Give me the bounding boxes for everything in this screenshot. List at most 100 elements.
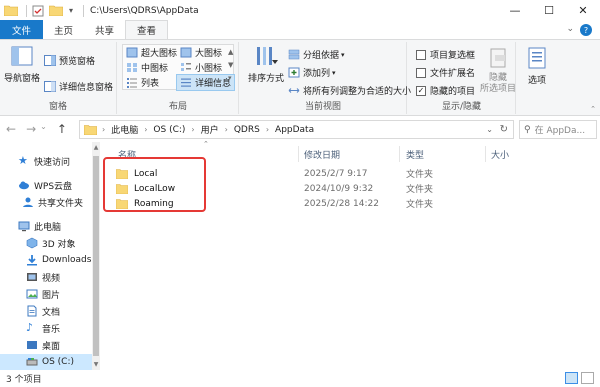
show-hide-group-label: 显示/隐藏 [441,102,482,112]
nav-item-downloads[interactable]: Downloads [26,252,91,268]
nav-item-shared-folder[interactable]: 共享文件夹 [22,194,83,210]
divider [298,146,299,162]
item-checkboxes-toggle[interactable]: 项目复选框 [416,48,475,61]
window-controls: — ☐ ✕ [498,0,600,21]
large-icons-view-icon[interactable] [581,372,594,384]
address-dropdown-icon[interactable]: ⌄ [486,125,493,134]
nav-arrows: ← → ⌄ ↑ [6,122,67,136]
hidden-items-toggle[interactable]: ✓ 隐藏的项目 [416,84,475,97]
breadcrumb-users[interactable]: 用户 [201,123,219,136]
options-button[interactable]: 选项 [523,46,551,86]
xl-icons-icon [126,47,138,58]
refresh-icon[interactable]: ↻ [500,124,508,135]
nav-item-this-pc[interactable]: 此电脑 [18,218,61,234]
xl-icons-option[interactable]: 超大图标 [126,46,177,59]
recent-locations-icon[interactable]: ⌄ [40,122,47,136]
cloud-icon [19,181,29,190]
tab-share[interactable]: 共享 [84,20,125,39]
breadcrumb-qdrs[interactable]: QDRS [234,125,260,135]
navigation-pane: ★ 快速访问 WPS云盘 共享文件夹 此电脑 3D 对象 Downloads 视… [0,142,103,370]
column-header-type[interactable]: 类型 [406,145,424,163]
nav-item-videos[interactable]: 视频 [26,269,60,285]
sort-by-button[interactable]: 排序方式 [246,44,286,84]
details-pane-button[interactable]: 详细信息窗格 [44,80,113,93]
nav-item-quick-access[interactable]: ★ 快速访问 [18,153,70,169]
size-all-columns-button[interactable]: 将所有列调整为合适的大小 [288,84,411,97]
preview-pane-button[interactable]: 预览窗格 [44,54,95,67]
checkbox-unchecked[interactable] [416,67,426,78]
up-arrow-icon[interactable]: ↑ [57,122,67,136]
title-bar: ▾ C:\Users\QDRS\AppData — ☐ ✕ [0,0,600,21]
music-icon: ♪ [26,321,34,334]
scrollbar-thumb[interactable] [93,156,99,356]
maximize-button[interactable]: ☐ [532,0,566,21]
address-bar[interactable]: › 此电脑 › OS (C:) › 用户 › QDRS › AppData ⌄ … [79,120,514,139]
group-by-button[interactable]: 分组依据 ▾ [288,48,345,61]
list-option[interactable]: 列表 [126,76,159,89]
details-view-icon[interactable] [565,372,578,384]
status-bar: 3 个项目 [0,370,600,387]
checkbox-unchecked[interactable] [416,49,426,60]
file-extensions-toggle[interactable]: 文件扩展名 [416,66,475,79]
new-folder-icon[interactable] [49,5,63,17]
hide-selected-button[interactable]: 隐藏 所选项目 [480,46,516,95]
details-option[interactable]: 详细信息 [176,74,236,91]
nav-item-documents[interactable]: 文档 [26,303,60,319]
size-columns-icon [288,88,300,93]
group-by-icon [288,49,300,60]
tab-view[interactable]: 查看 [125,20,169,39]
nav-pane-scrollbar[interactable]: ▲ ▼ [92,142,100,370]
document-icon [27,305,37,317]
large-icons-icon [180,47,192,58]
layout-group: 超大图标 大图标 中图标 小图标 列表 详细信息 ▲ ▼ ▾ 布局 [118,42,239,114]
file-date: 2025/2/28 14:22 [304,198,379,209]
medium-icons-icon [127,63,137,72]
computer-icon [18,221,30,232]
nav-pane-button[interactable]: 导航窗格 [4,44,40,84]
back-arrow-icon[interactable]: ← [6,122,16,136]
breadcrumb-this-pc[interactable]: 此电脑 [111,123,138,136]
checkbox-checked[interactable]: ✓ [416,85,426,96]
list-icon [127,78,137,88]
scroll-up-icon[interactable]: ▲ [92,144,100,151]
add-column-button[interactable]: 添加列 ▾ [288,66,336,79]
forward-arrow-icon[interactable]: → [26,122,36,136]
breadcrumb-separator: › [144,125,148,134]
column-header-modified[interactable]: 修改日期 [304,145,340,163]
properties-icon[interactable] [31,5,45,17]
customize-dropdown-icon[interactable]: ▾ [67,5,75,17]
collapse-ribbon-icon[interactable]: ⌄ [566,24,574,36]
folder-icon [4,5,18,17]
nav-item-wps-cloud[interactable]: WPS云盘 [18,177,72,193]
breadcrumb-os-c[interactable]: OS (C:) [153,125,185,135]
large-icons-option[interactable]: 大图标 [180,46,222,59]
breadcrumb-separator: › [265,125,270,134]
nav-item-music[interactable]: ♪ 音乐 [26,320,60,336]
help-icon[interactable]: ? [580,24,592,36]
view-switcher [565,372,594,384]
add-column-icon [288,67,300,78]
tab-file[interactable]: 文件 [0,20,44,39]
current-view-group: 排序方式 分组依据 ▾ 添加列 ▾ 将所有列调整为合适的大小 当前视图 [240,42,411,114]
nav-item-desktop[interactable]: 桌面 [26,337,60,353]
layout-scroll-icon[interactable]: ▲ ▼ ▾ [228,46,233,85]
small-icons-option[interactable]: 小图标 [180,61,222,74]
divider [399,146,400,162]
nav-item-3d-objects[interactable]: 3D 对象 [26,235,76,251]
close-button[interactable]: ✕ [566,0,600,21]
details-pane-icon [44,81,56,92]
divider [26,4,27,17]
hide-selected-icon [490,48,506,68]
column-header-size[interactable]: 大小 [491,145,509,163]
ribbon-expand-icon[interactable]: ⌃ [590,105,596,113]
medium-icons-option[interactable]: 中图标 [126,61,168,74]
desktop-icon [27,341,37,349]
scroll-down-icon[interactable]: ▼ [92,361,100,368]
nav-item-pictures[interactable]: 图片 [26,286,60,302]
nav-item-os-c[interactable]: OS (C:) [0,354,92,370]
search-input[interactable]: ⚲ 在 AppDa... [519,120,597,139]
minimize-button[interactable]: — [498,0,532,21]
options-icon [528,47,546,69]
breadcrumb-appdata[interactable]: AppData [275,125,314,135]
tab-home[interactable]: 主页 [43,20,84,39]
